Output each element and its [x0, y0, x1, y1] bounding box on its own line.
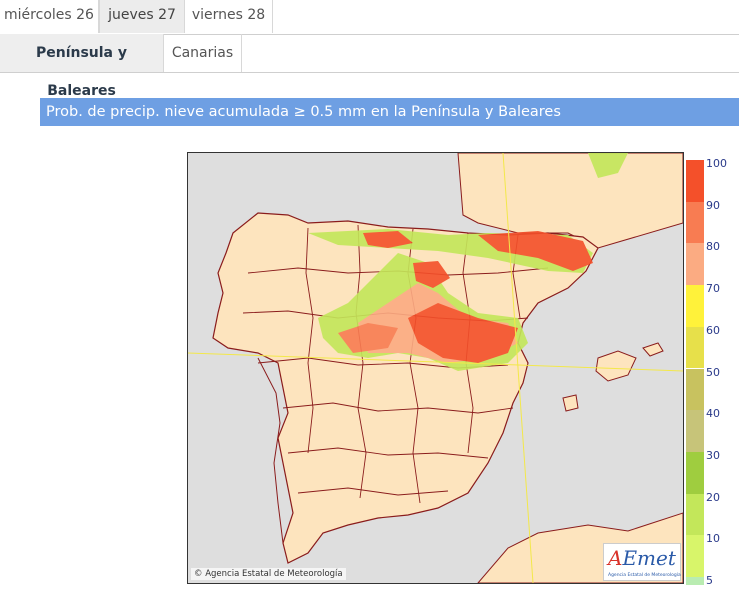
- probability-legend: 100 90 80 70 60 50 40 30 20 10 5: [686, 157, 739, 586]
- legend-label: 90: [706, 198, 720, 212]
- legend-swatch: [686, 493, 704, 536]
- aemet-logo-mark: AEmet: [608, 546, 676, 570]
- tab-jueves-27[interactable]: jueves 27: [99, 0, 185, 33]
- aemet-logo: AEmet Agencia Estatal de Meteorología: [603, 543, 681, 581]
- tab-peninsula-baleares[interactable]: Península y Baleares: [0, 34, 164, 99]
- legend-label: 5: [706, 574, 713, 587]
- day-tabs: miércoles 26 jueves 27 viernes 28: [0, 0, 739, 35]
- legend-label: 80: [706, 240, 720, 254]
- legend-swatch: [686, 368, 704, 411]
- map-title: Prob. de precip. nieve acumulada ≥ 0.5 m…: [40, 98, 739, 126]
- legend-swatch: [686, 201, 704, 244]
- legend-swatch: [686, 326, 704, 369]
- legend-label: 60: [706, 323, 720, 337]
- legend-label: 100: [706, 157, 727, 170]
- snow-probability-map: [187, 152, 684, 584]
- credit-label: Agencia Estatal de Meteorología: [205, 569, 343, 579]
- legend-swatch: [686, 243, 704, 286]
- ibiza-island: [562, 394, 579, 412]
- tab-canarias[interactable]: Canarias: [164, 34, 242, 72]
- legend-label: 20: [706, 490, 720, 504]
- tab-viernes-28[interactable]: viernes 28: [185, 0, 273, 33]
- legend-swatch: [686, 451, 704, 494]
- legend-label: 10: [706, 532, 720, 546]
- tab-miercoles-26[interactable]: miércoles 26: [0, 0, 99, 33]
- region-tabs: Península y Baleares Canarias: [0, 34, 739, 99]
- legend-swatch: [686, 577, 704, 585]
- legend-label: 30: [706, 448, 720, 462]
- aemet-logo-subtitle: Agencia Estatal de Meteorología: [608, 573, 681, 578]
- legend-swatch: [686, 160, 704, 202]
- legend-swatch: [686, 535, 704, 577]
- legend-swatch: [686, 285, 704, 327]
- map-svg: [188, 153, 683, 583]
- credit-text: © Agencia Estatal de Meteorología: [191, 568, 346, 580]
- legend-label: 40: [706, 407, 720, 421]
- legend-label: 70: [706, 282, 720, 296]
- legend-label: 50: [706, 365, 720, 379]
- legend-swatch: [686, 410, 704, 452]
